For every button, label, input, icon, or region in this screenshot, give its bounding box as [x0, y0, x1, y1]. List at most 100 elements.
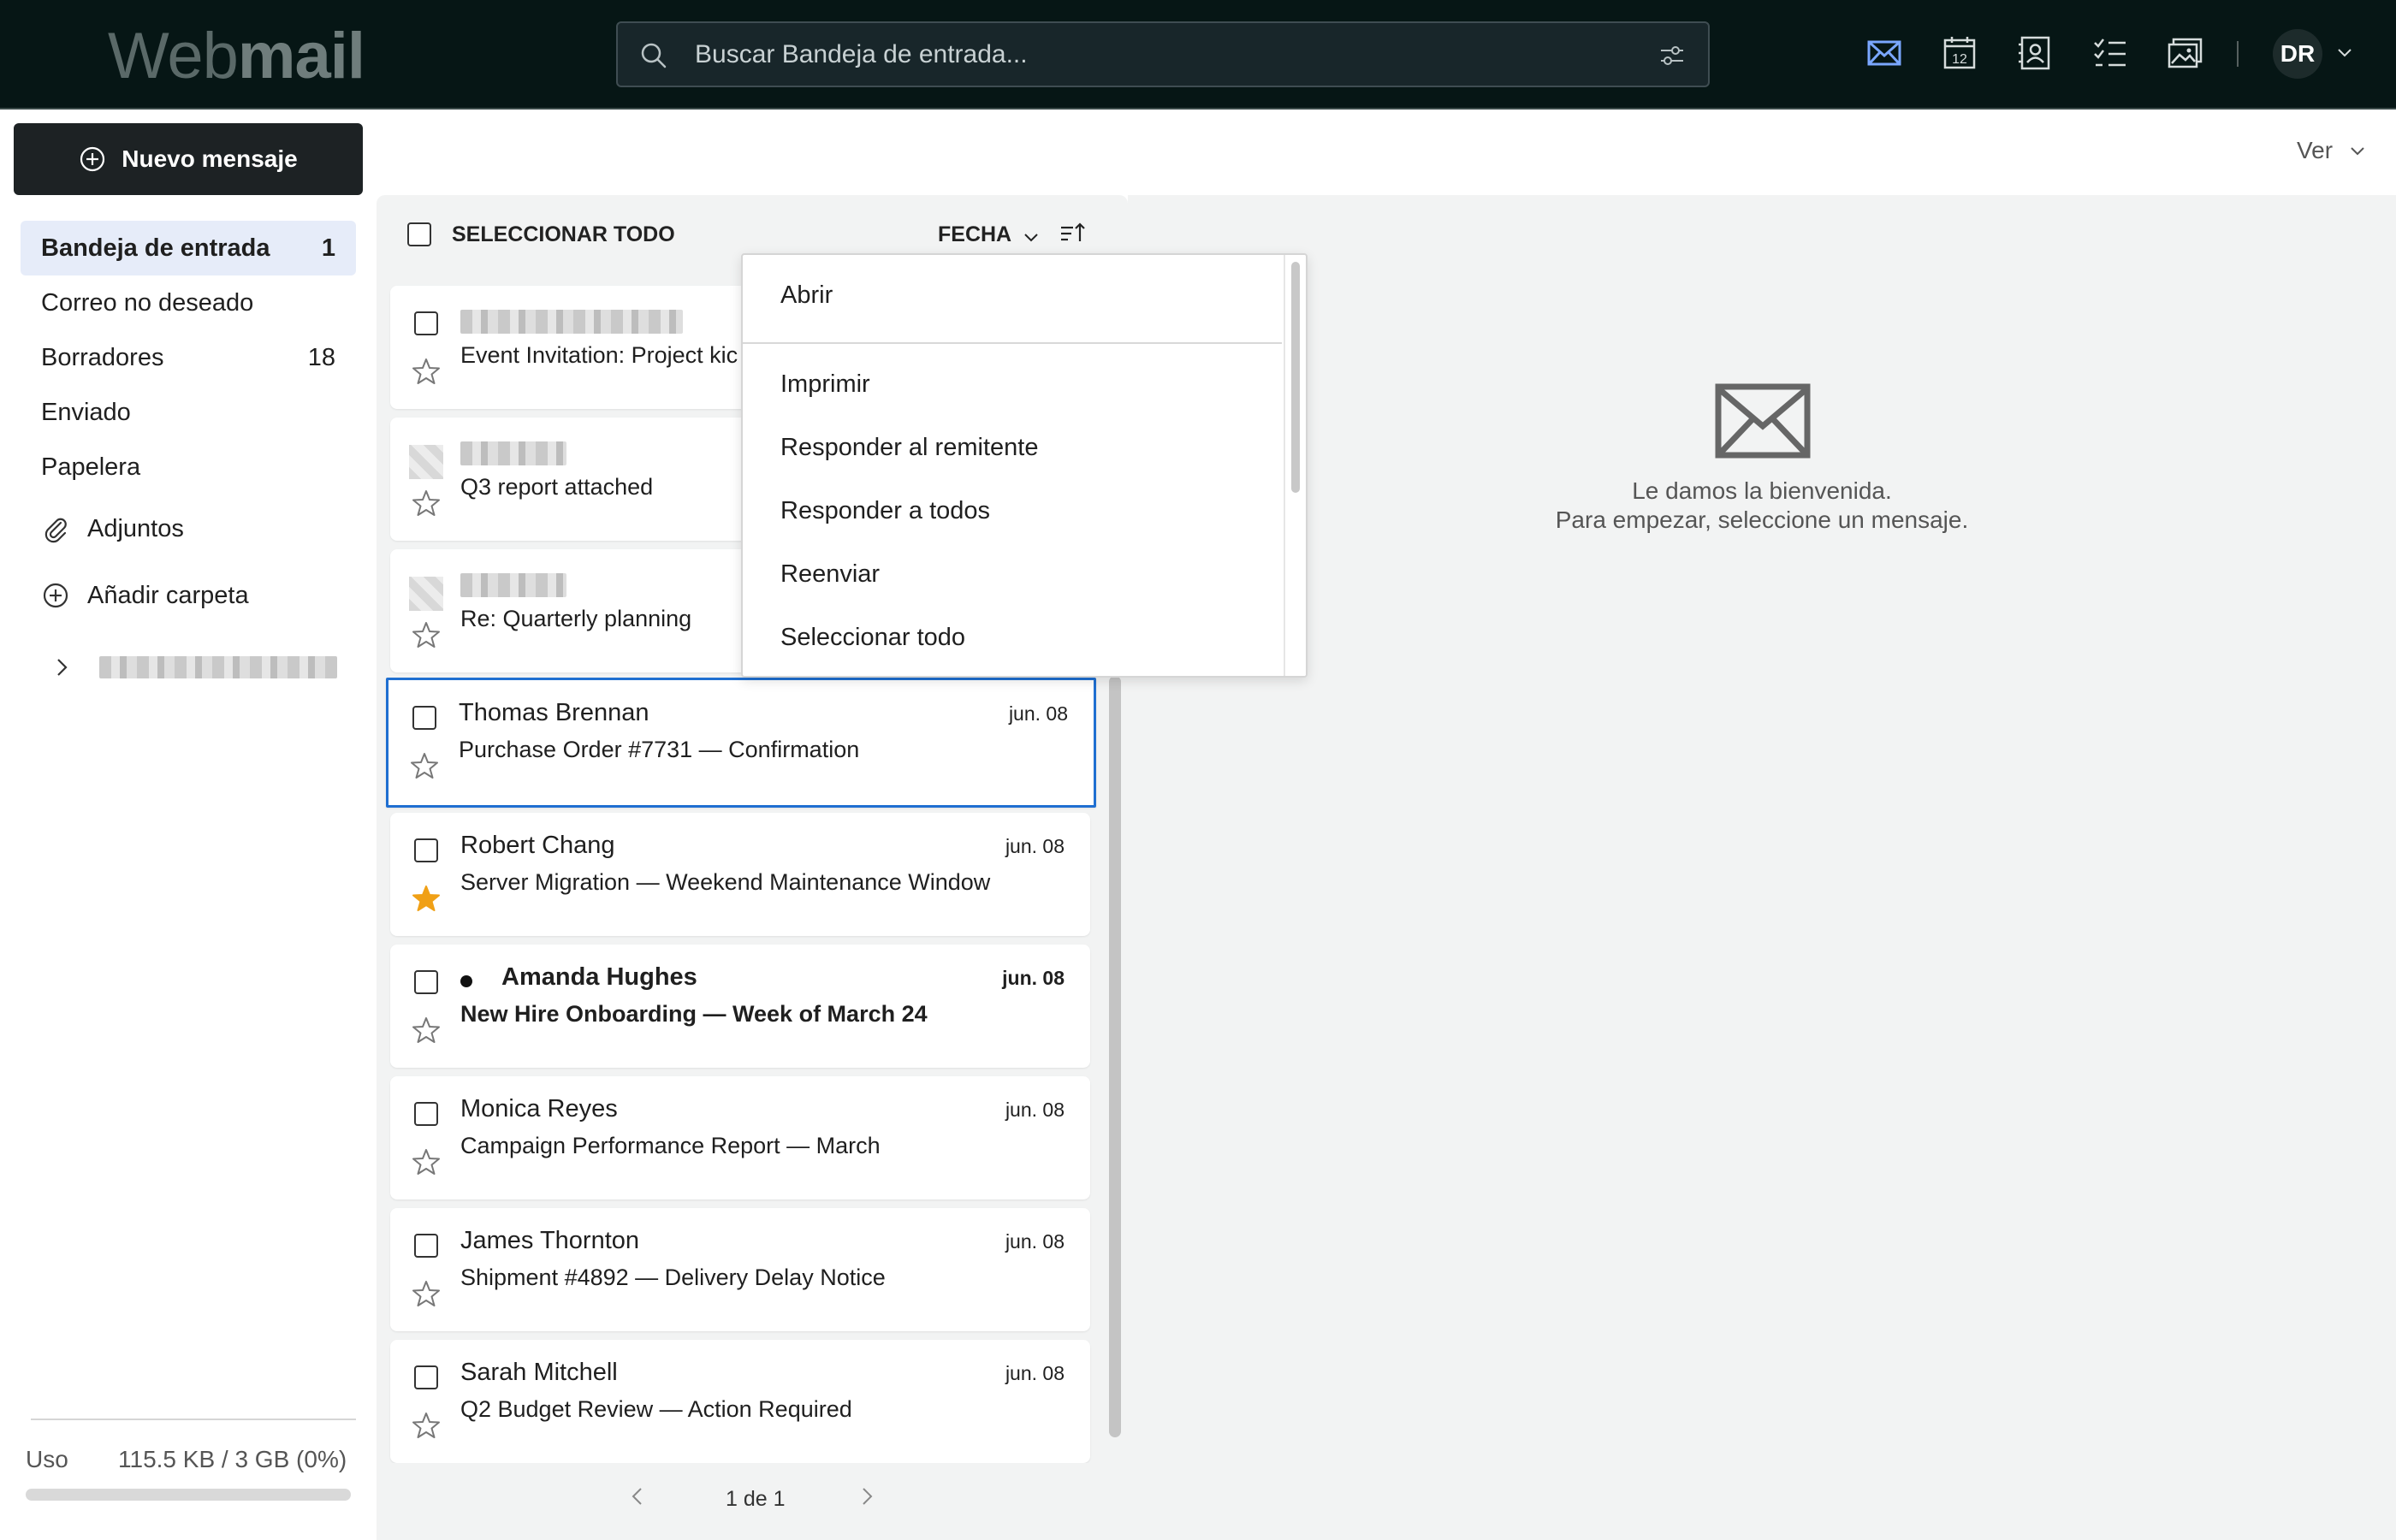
- menu-item-select-all[interactable]: Seleccionar todo: [743, 606, 1282, 669]
- redacted-avatar: [409, 445, 443, 479]
- menu-item-open[interactable]: Abrir: [743, 264, 1282, 327]
- star-icon[interactable]: [411, 356, 442, 387]
- calendar-icon[interactable]: 12: [1939, 33, 1980, 74]
- menu-item-forward[interactable]: Reenviar: [743, 542, 1282, 606]
- sidebar-item-inbox[interactable]: Bandeja de entrada 1: [21, 221, 356, 275]
- sidebar-item-attachments[interactable]: Adjuntos: [41, 505, 184, 553]
- chevron-left-icon[interactable]: [626, 1485, 649, 1507]
- star-icon[interactable]: [411, 1146, 442, 1177]
- search-input[interactable]: [695, 35, 1551, 74]
- sort-field-dropdown[interactable]: FECHA: [938, 222, 1011, 247]
- message-sender: Amanda Hughes: [501, 963, 697, 991]
- message-subject: Q3 report attached: [460, 474, 654, 500]
- message-subject: Shipment #4892 — Delivery Delay Notice: [460, 1265, 886, 1290]
- usage-value: 115.5 KB / 3 GB (0%): [118, 1446, 347, 1472]
- user-avatar[interactable]: DR: [2273, 29, 2322, 79]
- chevron-down-icon[interactable]: [1022, 228, 1041, 246]
- search-icon: [641, 43, 667, 68]
- message-row[interactable]: Sarah Mitchell jun. 08 Q2 Budget Review …: [390, 1340, 1090, 1463]
- folder-label: Correo no deseado: [41, 288, 254, 317]
- add-folder-button[interactable]: Añadir carpeta: [41, 572, 249, 619]
- mail-icon[interactable]: [1864, 33, 1905, 74]
- chevron-right-icon[interactable]: [856, 1485, 878, 1507]
- chevron-down-icon: [2351, 147, 2364, 156]
- message-row[interactable]: James Thornton jun. 08 Shipment #4892 — …: [390, 1208, 1090, 1331]
- calendar-day: 12: [1952, 52, 1967, 67]
- select-all-checkbox[interactable]: [407, 222, 431, 246]
- page-indicator: 1 de 1: [726, 1487, 786, 1511]
- message-row[interactable]: Monica Reyes jun. 08 Campaign Performanc…: [390, 1076, 1090, 1199]
- welcome-hint: Para empezar, seleccione un mensaje.: [1555, 506, 1969, 533]
- redacted-avatar: [409, 577, 443, 611]
- star-icon[interactable]: [411, 488, 442, 518]
- select-all-label[interactable]: SELECCIONAR TODO: [452, 222, 675, 247]
- paperclip-icon: [44, 518, 67, 543]
- welcome-title: Le damos la bienvenida.: [1632, 477, 1892, 504]
- menu-item-reply-all[interactable]: Responder a todos: [743, 479, 1282, 542]
- message-date: jun. 08: [1005, 1362, 1065, 1384]
- star-icon[interactable]: [409, 750, 440, 781]
- message-sender: Robert Chang: [460, 832, 615, 859]
- logo-part-mail: mail: [237, 20, 365, 92]
- message-checkbox[interactable]: [414, 838, 438, 862]
- message-checkbox[interactable]: [414, 311, 438, 335]
- message-checkbox[interactable]: [412, 706, 436, 730]
- message-subject: Event Invitation: Project kic: [460, 342, 738, 368]
- view-dropdown[interactable]: Ver: [2297, 137, 2367, 164]
- redacted-sender: [460, 310, 683, 334]
- folder-label: Bandeja de entrada: [41, 234, 270, 262]
- star-icon[interactable]: [411, 1278, 442, 1309]
- message-date: jun. 08: [1005, 835, 1065, 857]
- menu-item-reply-sender[interactable]: Responder al remitente: [743, 416, 1282, 479]
- attachments-label: Adjuntos: [87, 514, 184, 542]
- message-date: jun. 08: [1002, 967, 1065, 989]
- message-checkbox[interactable]: [414, 1365, 438, 1389]
- unread-dot: [460, 975, 472, 987]
- pagination: 1 de 1: [377, 1463, 1128, 1540]
- plus-circle-icon: [80, 146, 105, 172]
- star-icon[interactable]: [411, 1015, 442, 1045]
- star-filled-icon[interactable]: [411, 883, 442, 914]
- menu-item-print[interactable]: Imprimir: [743, 352, 1282, 416]
- sidebar-item-sent[interactable]: Enviado: [21, 385, 356, 440]
- message-subject: Q2 Budget Review — Action Required: [460, 1396, 852, 1422]
- star-icon[interactable]: [411, 1410, 442, 1441]
- chevron-right-icon[interactable]: [50, 655, 74, 679]
- message-row-unread[interactable]: Amanda Hughes jun. 08 New Hire Onboardin…: [390, 945, 1090, 1068]
- message-checkbox[interactable]: [414, 1234, 438, 1258]
- search-box: [616, 21, 1710, 87]
- sidebar-item-spam[interactable]: Correo no deseado: [21, 275, 356, 330]
- message-sender: Thomas Brennan: [459, 699, 649, 726]
- message-sender: James Thornton: [460, 1227, 640, 1254]
- message-subject: Campaign Performance Report — March: [460, 1133, 881, 1158]
- sidebar-item-trash[interactable]: Papelera: [21, 440, 356, 495]
- menu-divider: [743, 342, 1282, 344]
- chevron-down-icon[interactable]: [2336, 44, 2353, 62]
- tasks-icon[interactable]: [2090, 33, 2131, 74]
- folder-label: Borradores: [41, 343, 164, 371]
- usage-bar: [26, 1489, 351, 1501]
- message-subject: New Hire Onboarding — Week of March 24: [460, 1001, 928, 1027]
- star-icon[interactable]: [411, 619, 442, 650]
- new-message-button[interactable]: Nuevo mensaje: [14, 123, 363, 195]
- sidebar-item-drafts[interactable]: Borradores 18: [21, 330, 356, 385]
- filter-settings-icon[interactable]: [1658, 42, 1686, 69]
- add-folder-label: Añadir carpeta: [87, 581, 249, 609]
- message-checkbox[interactable]: [414, 970, 438, 994]
- message-list-scrollbar[interactable]: [1109, 676, 1121, 1437]
- contacts-icon[interactable]: [2014, 33, 2055, 74]
- photos-icon[interactable]: [2165, 33, 2206, 74]
- new-message-label: Nuevo mensaje: [122, 145, 298, 172]
- sort-direction-icon[interactable]: [1058, 219, 1087, 248]
- folder-count: 1: [321, 234, 335, 262]
- message-row-selected[interactable]: Thomas Brennan jun. 08 Purchase Order #7…: [386, 678, 1096, 808]
- message-row[interactable]: Robert Chang jun. 08 Server Migration — …: [390, 813, 1090, 936]
- menu-scrollbar-thumb[interactable]: [1291, 262, 1300, 493]
- webmail-logo[interactable]: Webmail: [108, 19, 365, 93]
- view-label: Ver: [2297, 137, 2334, 163]
- sidebar-item-custom-folder[interactable]: [50, 643, 337, 691]
- envelope-icon: [1715, 383, 1811, 459]
- message-checkbox[interactable]: [414, 1102, 438, 1126]
- folder-label: Papelera: [41, 453, 141, 481]
- redacted-sender: [460, 441, 566, 465]
